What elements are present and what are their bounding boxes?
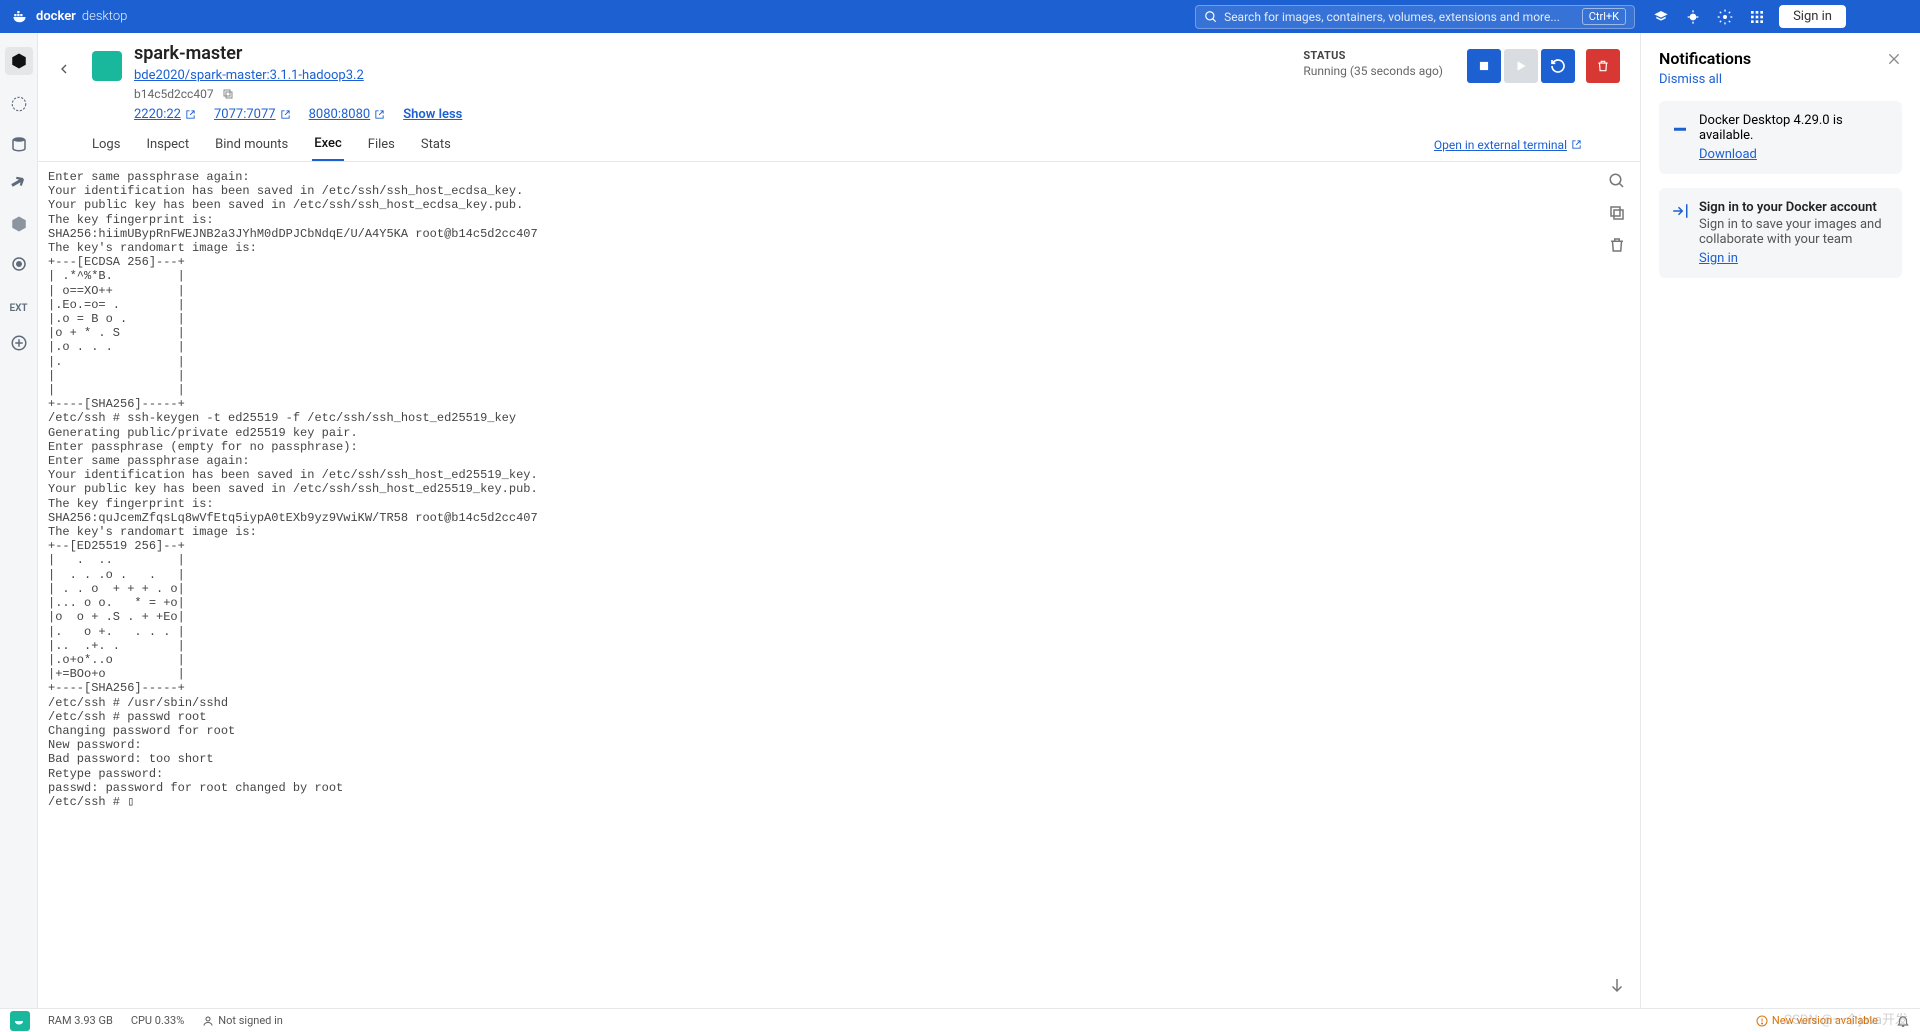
notif-signin-link[interactable]: Sign in [1699, 251, 1738, 266]
arrow-down-icon [1608, 976, 1626, 994]
statusbar: RAM 3.93 GB CPU 0.33% Not signed in New … [0, 1008, 1920, 1032]
info-icon [1756, 1015, 1768, 1027]
container-id: b14c5d2cc407 [134, 87, 214, 101]
learn-icon[interactable] [1653, 9, 1669, 25]
tab-files[interactable]: Files [366, 129, 397, 160]
terminal-panel: Enter same passphrase again: Your identi… [38, 162, 1640, 1008]
close-notifications-icon[interactable] [1886, 51, 1902, 67]
copy-icon[interactable] [222, 88, 234, 100]
tab-inspect[interactable]: Inspect [144, 129, 191, 160]
stop-button[interactable] [1467, 49, 1501, 83]
stop-icon [1477, 59, 1491, 73]
cpu-usage: CPU 0.33% [131, 1014, 184, 1027]
brand-bold: docker [36, 9, 76, 24]
tab-bindmounts[interactable]: Bind mounts [213, 129, 290, 160]
container-title: spark-master [134, 43, 1291, 64]
restart-button[interactable] [1541, 49, 1575, 83]
search-terminal-icon[interactable] [1608, 172, 1626, 190]
signin-button[interactable]: Sign in [1779, 5, 1846, 28]
external-icon [374, 109, 385, 120]
port-link-1[interactable]: 7077:7077 [214, 107, 291, 122]
external-icon [280, 109, 291, 120]
external-icon [1571, 139, 1582, 150]
chevron-left-icon [56, 61, 72, 77]
sidebar-containers[interactable] [5, 47, 33, 75]
external-icon [185, 109, 196, 120]
bell-icon[interactable] [1896, 1014, 1910, 1028]
sidebar-scout[interactable] [8, 253, 30, 275]
clear-terminal-icon[interactable] [1608, 236, 1626, 254]
notification-card: Docker Desktop 4.29.0 is available. Down… [1659, 101, 1902, 174]
notif-download-link[interactable]: Download [1699, 147, 1757, 162]
bug-icon[interactable] [1685, 9, 1701, 25]
sidebar-images[interactable] [8, 93, 30, 115]
user-icon [202, 1015, 214, 1027]
container-icon [92, 51, 122, 81]
brand-logo: docker desktop [8, 8, 127, 26]
tabs: Logs Inspect Bind mounts Exec Files Stat… [38, 128, 1640, 162]
left-sidebar: EXT [0, 33, 38, 1008]
open-external-terminal[interactable]: Open in external terminal [1434, 138, 1582, 152]
sidebar-add-extension[interactable] [8, 332, 30, 354]
main-content: spark-master bde2020/spark-master:3.1.1-… [38, 33, 1640, 1008]
ports-row: 2220:22 7077:7077 8080:8080 Show less [134, 107, 1291, 122]
status-label: STATUS [1303, 49, 1443, 62]
download-icon [1671, 115, 1689, 133]
sidebar-devenvs[interactable] [8, 213, 30, 235]
notif-title: Docker Desktop 4.29.0 is available. [1699, 113, 1890, 143]
global-search[interactable]: Ctrl+K [1195, 5, 1635, 29]
signin-status: Not signed in [202, 1014, 283, 1027]
port-link-2[interactable]: 8080:8080 [309, 107, 386, 122]
sidebar-builds[interactable] [8, 173, 30, 195]
start-button [1504, 49, 1538, 83]
notification-card: Sign in to your Docker account Sign in t… [1659, 188, 1902, 278]
sidebar-volumes[interactable] [8, 133, 30, 155]
apps-icon[interactable] [1749, 9, 1765, 25]
signin-icon [1671, 202, 1689, 220]
container-header: spark-master bde2020/spark-master:3.1.1-… [38, 33, 1640, 128]
titlebar-icons [1653, 9, 1765, 25]
whale-icon [12, 8, 30, 26]
terminal-tools [1608, 172, 1626, 254]
action-buttons [1467, 43, 1620, 83]
dismiss-all-link[interactable]: Dismiss all [1659, 72, 1902, 87]
image-link[interactable]: bde2020/spark-master:3.1.1-hadoop3.2 [134, 68, 364, 83]
sidebar-ext-label: EXT [9, 303, 27, 314]
status-block: STATUS Running (35 seconds ago) [1303, 43, 1443, 78]
engine-status-icon[interactable] [10, 1011, 30, 1031]
header-text: spark-master bde2020/spark-master:3.1.1-… [134, 43, 1291, 122]
tab-exec[interactable]: Exec [312, 128, 344, 161]
settings-icon[interactable] [1717, 9, 1733, 25]
brand-light: desktop [82, 9, 127, 24]
restart-icon [1550, 58, 1566, 74]
scroll-to-bottom[interactable] [1608, 976, 1626, 994]
search-input[interactable] [1224, 10, 1576, 24]
port-link-0[interactable]: 2220:22 [134, 107, 196, 122]
tab-logs[interactable]: Logs [90, 129, 122, 160]
back-button[interactable] [48, 53, 80, 85]
ram-usage: RAM 3.93 GB [48, 1014, 113, 1027]
notifications-panel: Notifications Dismiss all Docker Desktop… [1640, 33, 1920, 1008]
trash-icon [1596, 59, 1610, 73]
new-version-badge[interactable]: New version available [1756, 1014, 1878, 1027]
search-shortcut: Ctrl+K [1582, 8, 1626, 25]
notifications-title: Notifications [1659, 49, 1886, 68]
notif-title: Sign in to your Docker account [1699, 200, 1877, 215]
titlebar: docker desktop Ctrl+K Sign in [0, 0, 1920, 33]
show-less-link[interactable]: Show less [403, 107, 462, 122]
play-icon [1514, 59, 1528, 73]
search-icon [1204, 10, 1218, 24]
terminal-output[interactable]: Enter same passphrase again: Your identi… [38, 162, 1640, 817]
copy-terminal-icon[interactable] [1608, 204, 1626, 222]
notif-sub: Sign in to save your images and collabor… [1699, 217, 1890, 247]
status-value: Running (35 seconds ago) [1303, 64, 1443, 78]
delete-button[interactable] [1586, 49, 1620, 83]
tab-stats[interactable]: Stats [419, 129, 453, 160]
